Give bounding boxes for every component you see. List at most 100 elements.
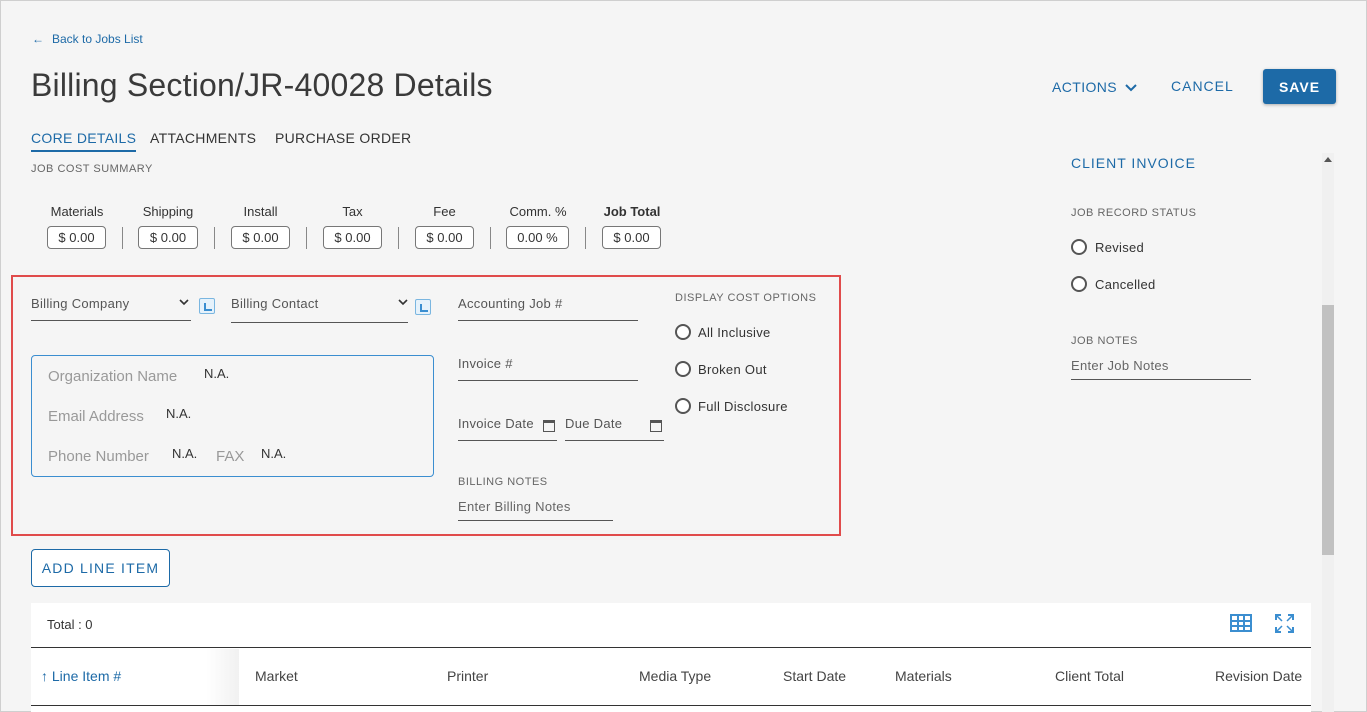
tab-purchase-order[interactable]: PURCHASE ORDER [275,130,411,146]
cancel-button[interactable]: CANCEL [1171,78,1234,94]
field-underline [565,440,664,441]
divider [306,227,307,249]
cost-label-tax: Tax [342,204,363,219]
vertical-scrollbar[interactable] [1322,153,1334,712]
billing-contact-label: Billing Contact [231,296,319,311]
add-line-item-button[interactable]: ADD LINE ITEM [31,549,170,587]
job-notes-heading: JOB NOTES [1071,335,1138,347]
billing-company-label: Billing Company [31,296,130,311]
radio-label-revised: Revised [1095,240,1145,255]
column-header-client-total[interactable]: Client Total [1055,668,1124,684]
radio-revised[interactable] [1071,239,1087,255]
cost-value-materials: $ 0.00 [47,226,106,249]
tab-core-details[interactable]: CORE DETAILS [31,130,137,152]
calendar-icon[interactable] [650,420,662,432]
field-underline [458,380,638,381]
cost-label-fee: Fee [433,204,456,219]
field-underline [458,440,557,441]
radio-label-all-inclusive: All Inclusive [698,325,771,340]
cost-label-materials: Materials [50,204,104,219]
field-underline [1071,379,1251,380]
invoice-date-input[interactable]: Invoice Date [458,416,534,431]
job-record-status-heading: JOB RECORD STATUS [1071,207,1197,219]
billing-notes-input[interactable]: Enter Billing Notes [458,499,571,514]
field-underline [458,520,613,521]
column-header-start-date[interactable]: Start Date [783,668,846,684]
due-date-input[interactable]: Due Date [565,416,622,431]
radio-label-cancelled: Cancelled [1095,277,1156,292]
page-title: Billing Section/JR-40028 Details [31,67,493,103]
divider [214,227,215,249]
save-button[interactable]: SAVE [1263,69,1336,104]
org-name-label: Organization Name [48,368,178,385]
cost-value-job-total: $ 0.00 [602,226,661,249]
org-name-value: N.A. [204,366,230,381]
grid-view-icon[interactable] [1230,614,1252,632]
chevron-down-icon [179,299,189,306]
radio-full-disclosure[interactable] [675,398,691,414]
billing-contact-select[interactable]: Billing Contact [231,295,408,323]
arrow-left-icon: ← [32,32,44,46]
phone-value: N.A. [172,446,198,461]
table-total: Total : 0 [47,617,93,632]
sort-up-arrow-icon: ↑ [41,668,48,684]
divider [585,227,586,249]
table-header-divider [31,647,1311,648]
field-underline [231,322,408,323]
table-row-divider [31,705,1311,706]
radio-cancelled[interactable] [1071,276,1087,292]
field-underline [31,320,191,321]
email-value: N.A. [166,406,192,421]
billing-company-select[interactable]: Billing Company [31,295,191,321]
cost-value-tax: $ 0.00 [323,226,382,249]
column-header-label: Line Item # [51,668,122,684]
back-link-label: Back to Jobs List [52,32,143,46]
client-invoice-heading: CLIENT INVOICE [1071,155,1196,171]
scrollbar-thumb[interactable] [1322,305,1334,555]
radio-all-inclusive[interactable] [675,324,691,340]
chevron-down-icon [1125,84,1138,92]
invoice-number-input[interactable]: Invoice # [458,356,513,371]
display-cost-heading: DISPLAY COST OPTIONS [675,292,817,304]
cost-value-install: $ 0.00 [231,226,290,249]
column-header-media-type[interactable]: Media Type [639,668,711,684]
email-label: Email Address [48,408,144,425]
scroll-up-arrow-icon[interactable] [1324,157,1332,162]
job-notes-input[interactable]: Enter Job Notes [1071,358,1169,373]
cost-label-comm: Comm. % [509,204,567,219]
open-external-icon[interactable] [199,298,215,314]
cost-label-install: Install [243,204,278,219]
cost-value-shipping: $ 0.00 [138,226,198,249]
chevron-down-icon [398,299,408,306]
actions-label: ACTIONS [1052,79,1118,95]
column-header-line-item[interactable]: ↑ Line Item # [41,668,121,684]
accounting-job-input[interactable]: Accounting Job # [458,296,563,311]
column-shadow [206,649,239,705]
cost-label-job-total: Job Total [603,204,661,219]
divider [398,227,399,249]
column-header-materials[interactable]: Materials [895,668,952,684]
column-header-market[interactable]: Market [255,668,298,684]
field-underline [458,320,638,321]
fax-label: FAX [216,448,245,465]
billing-notes-heading: BILLING NOTES [458,476,548,488]
divider [122,227,123,249]
phone-label: Phone Number [48,448,149,465]
divider [490,227,491,249]
fax-value: N.A. [261,446,287,461]
column-header-printer[interactable]: Printer [447,668,488,684]
radio-label-full-disclosure: Full Disclosure [698,399,788,414]
fullscreen-icon[interactable] [1275,614,1294,633]
radio-label-broken-out: Broken Out [698,362,767,377]
radio-broken-out[interactable] [675,361,691,377]
back-to-jobs-link[interactable]: ← Back to Jobs List [32,32,143,46]
cost-label-shipping: Shipping [142,204,194,219]
open-external-icon[interactable] [415,299,431,315]
actions-menu-button[interactable]: ACTIONS [1052,79,1138,95]
cost-value-fee: $ 0.00 [415,226,474,249]
tab-attachments[interactable]: ATTACHMENTS [150,130,256,146]
job-cost-summary-heading: JOB COST SUMMARY [31,163,153,175]
cost-value-comm: 0.00 % [506,226,569,249]
calendar-icon[interactable] [543,420,555,432]
column-header-revision-date[interactable]: Revision Date [1215,668,1302,684]
